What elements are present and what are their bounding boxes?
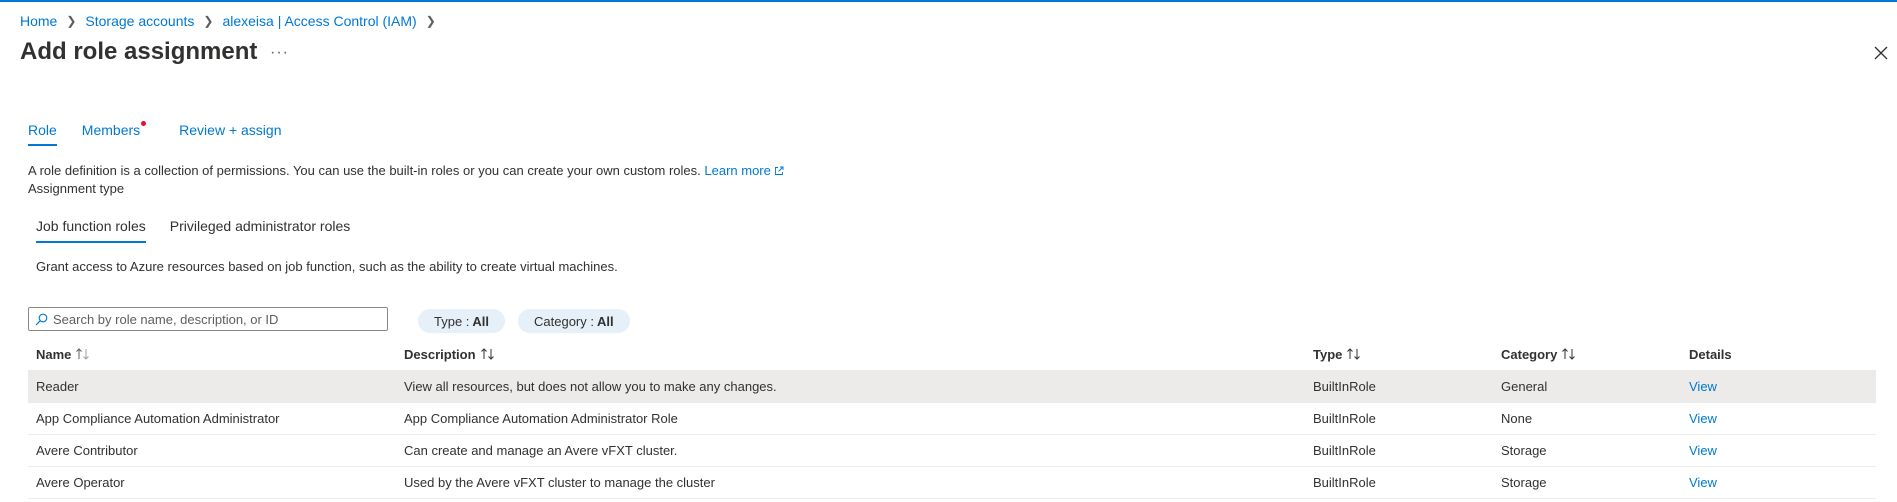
top-accent-line xyxy=(0,0,1897,2)
type-filter-value: All xyxy=(472,313,490,329)
breadcrumb-storage-accounts[interactable]: Storage accounts xyxy=(85,13,194,29)
column-header-category-label: Category xyxy=(1501,347,1558,363)
table-header-row: Name Description Type Category Details xyxy=(28,340,1876,371)
role-name: Reader xyxy=(28,370,396,403)
sort-icon xyxy=(76,348,90,360)
column-header-category[interactable]: Category xyxy=(1493,340,1681,371)
role-name: App Compliance Automation Administrator xyxy=(28,402,396,435)
role-details-cell: View xyxy=(1681,402,1876,435)
column-header-description[interactable]: Description xyxy=(396,340,1305,371)
role-type: BuiltInRole xyxy=(1305,466,1493,499)
roles-table: Name Description Type Category Details R… xyxy=(28,340,1876,499)
role-details-cell: View xyxy=(1681,434,1876,467)
tab-members-label: Members xyxy=(81,122,141,138)
sort-icon xyxy=(1562,348,1576,360)
role-name: Avere Operator xyxy=(28,466,396,499)
role-category: Storage xyxy=(1493,434,1681,467)
role-details-cell: View xyxy=(1681,370,1876,403)
wizard-tabs: Role Members Review + assign xyxy=(28,121,281,146)
role-name: Avere Contributor xyxy=(28,434,396,467)
assignment-type-tabs: Job function roles Privileged administra… xyxy=(36,218,350,243)
view-details-link[interactable]: View xyxy=(1689,379,1717,394)
column-header-type-label: Type xyxy=(1313,347,1343,363)
column-header-description-label: Description xyxy=(404,347,476,363)
table-row[interactable]: Avere Contributor Can create and manage … xyxy=(28,434,1876,467)
role-type: BuiltInRole xyxy=(1305,370,1493,403)
table-row[interactable]: Reader View all resources, but does not … xyxy=(28,370,1876,403)
sort-icon xyxy=(1347,348,1361,360)
sort-icon xyxy=(480,348,494,360)
role-type: BuiltInRole xyxy=(1305,434,1493,467)
breadcrumb-home[interactable]: Home xyxy=(20,13,57,29)
view-details-link[interactable]: View xyxy=(1689,475,1717,490)
tab-privileged-administrator-roles[interactable]: Privileged administrator roles xyxy=(170,218,351,243)
tab-review-assign[interactable]: Review + assign xyxy=(179,122,281,146)
view-details-link[interactable]: View xyxy=(1689,443,1717,458)
tab-role[interactable]: Role xyxy=(28,122,57,146)
assignment-type-label: Assignment type xyxy=(28,181,125,196)
role-description: Used by the Avere vFXT cluster to manage… xyxy=(396,466,1305,499)
chevron-right-icon: ❯ xyxy=(425,14,436,28)
description-text: A role definition is a collection of per… xyxy=(28,163,701,178)
type-filter-label: Type : xyxy=(434,313,470,329)
category-filter-pill[interactable]: Category : All xyxy=(518,309,630,333)
learn-more-link[interactable]: Learn more xyxy=(704,163,784,178)
required-indicator xyxy=(141,121,147,126)
tab-members[interactable]: Members xyxy=(81,121,147,146)
role-definition-description: A role definition is a collection of per… xyxy=(28,163,784,178)
role-type: BuiltInRole xyxy=(1305,402,1493,435)
category-filter-label: Category : xyxy=(534,313,594,329)
role-category: Storage xyxy=(1493,466,1681,499)
column-header-name-label: Name xyxy=(36,347,72,363)
role-description: App Compliance Automation Administrator … xyxy=(396,402,1305,435)
search-input[interactable] xyxy=(53,311,373,327)
search-box[interactable] xyxy=(28,307,388,331)
role-description: Can create and manage an Avere vFXT clus… xyxy=(396,434,1305,467)
breadcrumb-resource[interactable]: alexeisa | Access Control (IAM) xyxy=(222,13,416,29)
chevron-right-icon: ❯ xyxy=(203,14,214,28)
view-details-link[interactable]: View xyxy=(1689,411,1717,426)
learn-more-label: Learn more xyxy=(704,163,771,178)
table-row[interactable]: Avere Operator Used by the Avere vFXT cl… xyxy=(28,466,1876,499)
close-button[interactable] xyxy=(1872,44,1890,62)
role-details-cell: View xyxy=(1681,466,1876,499)
tab-job-function-roles[interactable]: Job function roles xyxy=(36,218,146,243)
role-category: None xyxy=(1493,402,1681,435)
column-header-name[interactable]: Name xyxy=(28,340,396,371)
column-header-details: Details xyxy=(1681,340,1876,371)
role-category: General xyxy=(1493,370,1681,403)
table-row[interactable]: App Compliance Automation Administrator … xyxy=(28,402,1876,435)
type-filter-pill[interactable]: Type : All xyxy=(418,309,506,333)
grant-description: Grant access to Azure resources based on… xyxy=(36,259,618,274)
chevron-right-icon: ❯ xyxy=(66,14,77,28)
external-link-icon xyxy=(774,166,784,175)
close-icon xyxy=(1874,46,1888,60)
column-header-type[interactable]: Type xyxy=(1305,340,1493,371)
breadcrumb: Home ❯ Storage accounts ❯ alexeisa | Acc… xyxy=(20,13,445,29)
category-filter-value: All xyxy=(596,313,614,329)
search-icon xyxy=(35,313,48,325)
role-description: View all resources, but does not allow y… xyxy=(396,370,1305,403)
more-actions-button[interactable]: ··· xyxy=(270,44,289,62)
page-title: Add role assignment xyxy=(20,38,258,65)
